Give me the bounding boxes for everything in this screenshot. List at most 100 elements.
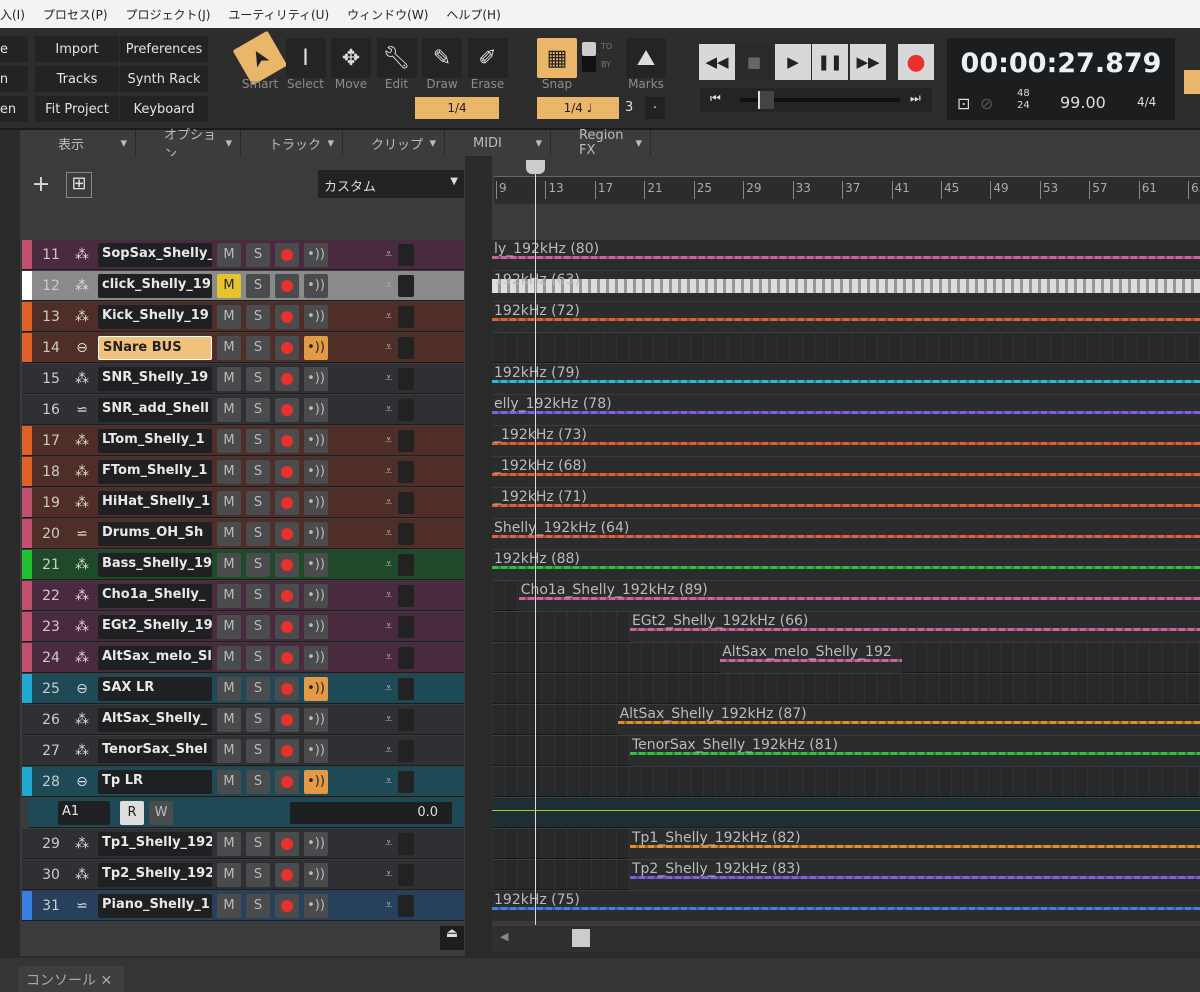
input-echo-button[interactable]: •)) bbox=[304, 645, 328, 670]
mute-button[interactable]: M bbox=[217, 552, 241, 577]
snap-to-by-toggle[interactable] bbox=[582, 42, 596, 72]
track-name-field[interactable]: Bass_Shelly_19 bbox=[98, 552, 212, 577]
track-name-field[interactable]: FTom_Shelly_1 bbox=[98, 459, 212, 484]
go-to-start-icon[interactable]: ⏮ bbox=[710, 91, 721, 106]
mute-button[interactable]: M bbox=[217, 893, 241, 918]
expand-track-icon[interactable]: ⩡ bbox=[385, 247, 392, 262]
track-lane[interactable]: Tp2_Shelly_192kHz (83) bbox=[492, 860, 1200, 890]
expand-track-icon[interactable]: ⩡ bbox=[385, 557, 392, 572]
automation-envelope[interactable] bbox=[492, 810, 1200, 811]
track-lane[interactable]: Shelly_192kHz (64) bbox=[492, 519, 1200, 549]
menu-item[interactable]: プロジェクト(J) bbox=[126, 6, 211, 23]
track-lane[interactable]: Cho1a_Shelly_192kHz (89) bbox=[492, 581, 1200, 611]
track-17[interactable]: 17 ⁂ LTom_Shelly_1 M S •)) ⩡ bbox=[22, 426, 464, 456]
expand-track-icon[interactable]: ⩡ bbox=[385, 495, 392, 510]
mute-button[interactable]: M bbox=[217, 583, 241, 608]
input-echo-button[interactable]: •)) bbox=[304, 552, 328, 577]
input-echo-button[interactable]: •)) bbox=[304, 242, 328, 267]
input-echo-button[interactable]: •)) bbox=[304, 490, 328, 515]
expand-track-icon[interactable]: ⩡ bbox=[385, 774, 392, 789]
mute-button[interactable]: M bbox=[217, 366, 241, 391]
track-15[interactable]: 15 ⁂ SNR_Shelly_19 M S •)) ⩡ bbox=[22, 364, 464, 394]
position-slider[interactable]: ⏮ ⏭ bbox=[700, 88, 932, 112]
record-arm-button[interactable] bbox=[275, 304, 299, 329]
move-icon[interactable]: ✥ bbox=[331, 38, 371, 78]
expand-track-icon[interactable]: ⩡ bbox=[385, 402, 392, 417]
expand-track-icon[interactable]: ⩡ bbox=[385, 836, 392, 851]
mute-button[interactable]: M bbox=[217, 490, 241, 515]
solo-button[interactable]: S bbox=[246, 614, 270, 639]
solo-button[interactable]: S bbox=[246, 242, 270, 267]
audio-clip[interactable]: _192kHz (68) bbox=[492, 457, 1200, 487]
track-24[interactable]: 24 ⁂ AltSax_melo_Sl M S •)) ⩡ bbox=[22, 643, 464, 673]
track-lane[interactable]: Tp1_Shelly_192kHz (82) bbox=[492, 829, 1200, 859]
mute-button[interactable]: M bbox=[217, 769, 241, 794]
position-thumb[interactable] bbox=[758, 91, 774, 109]
mute-button[interactable]: M bbox=[217, 273, 241, 298]
automation-value-field[interactable]: 0.0 bbox=[290, 801, 452, 824]
track-name-field[interactable]: EGt2_Shelly_19 bbox=[98, 614, 212, 639]
view-menu-1[interactable]: オプション ▾ bbox=[136, 128, 241, 162]
record-arm-button[interactable] bbox=[275, 335, 299, 360]
input-echo-button[interactable]: •)) bbox=[304, 366, 328, 391]
expand-track-icon[interactable]: ⩡ bbox=[385, 278, 392, 293]
track-19[interactable]: 19 ⁂ HiHat_Shelly_1 M S •)) ⩡ bbox=[22, 488, 464, 518]
track-name-field[interactable]: TenorSax_Shel bbox=[98, 738, 212, 763]
view-menu-0[interactable]: 表示 ▾ bbox=[30, 130, 136, 156]
expand-track-icon[interactable]: ⩡ bbox=[385, 867, 392, 882]
record-arm-button[interactable] bbox=[275, 273, 299, 298]
track-name-field[interactable]: HiHat_Shelly_1 bbox=[98, 490, 212, 515]
mute-button[interactable]: M bbox=[217, 397, 241, 422]
audio-clip[interactable]: AltSax_melo_Shelly_192 bbox=[720, 643, 902, 673]
input-echo-button[interactable]: •)) bbox=[304, 862, 328, 887]
solo-button[interactable]: S bbox=[246, 893, 270, 918]
expand-track-icon[interactable]: ⩡ bbox=[385, 464, 392, 479]
input-echo-button[interactable]: •)) bbox=[304, 304, 328, 329]
mute-button[interactable]: M bbox=[217, 521, 241, 546]
snap-dotted[interactable]: . bbox=[645, 97, 665, 119]
record-arm-button[interactable] bbox=[275, 490, 299, 515]
track-lane[interactable]: elly_192kHz (78) bbox=[492, 395, 1200, 425]
track-name-field[interactable]: Piano_Shelly_1 bbox=[98, 893, 212, 918]
track-name-field[interactable]: SNR_add_Shell bbox=[98, 397, 212, 422]
view-menu-5[interactable]: Region FX ▾ bbox=[551, 128, 651, 158]
expand-track-icon[interactable]: ⩡ bbox=[385, 588, 392, 603]
go-to-end-icon[interactable]: ⏭ bbox=[910, 91, 921, 106]
view-menu-3[interactable]: クリップ ▾ bbox=[343, 130, 445, 156]
mute-button[interactable]: M bbox=[217, 428, 241, 453]
track-28[interactable]: 28 ⊖ Tp LR M S •)) ⩡ bbox=[22, 767, 464, 797]
track-21[interactable]: 21 ⁂ Bass_Shelly_19 M S •)) ⩡ bbox=[22, 550, 464, 580]
track-lane[interactable]: EGt2_Shelly_192kHz (66) bbox=[492, 612, 1200, 642]
track-29[interactable]: 29 ⁂ Tp1_Shelly_192 M S •)) ⩡ bbox=[22, 829, 464, 859]
track-name-field[interactable]: SAX LR bbox=[98, 676, 212, 701]
mute-button[interactable]: M bbox=[217, 242, 241, 267]
solo-button[interactable]: S bbox=[246, 645, 270, 670]
track-lane[interactable] bbox=[492, 333, 1200, 363]
eraser-icon[interactable]: ✐ bbox=[467, 38, 508, 78]
track-25[interactable]: 25 ⊖ SAX LR M S •)) ⩡ bbox=[22, 674, 464, 704]
solo-button[interactable]: S bbox=[246, 459, 270, 484]
rewind-button[interactable]: ◀◀ bbox=[699, 44, 735, 80]
track-name-field[interactable]: Tp2_Shelly_192 bbox=[98, 862, 212, 887]
toolbar-button[interactable]: Synth Rack bbox=[120, 66, 208, 92]
toolbar-button[interactable]: Keyboard bbox=[120, 96, 208, 122]
mute-button[interactable]: M bbox=[217, 304, 241, 329]
record-arm-button[interactable] bbox=[275, 614, 299, 639]
tab-console[interactable]: コンソール ✕ bbox=[18, 966, 124, 992]
mute-button[interactable]: M bbox=[217, 707, 241, 732]
audio-clip[interactable]: Tp2_Shelly_192kHz (83) bbox=[629, 860, 1200, 890]
input-echo-button[interactable]: •)) bbox=[304, 676, 328, 701]
solo-button[interactable]: S bbox=[246, 335, 270, 360]
input-echo-button[interactable]: •)) bbox=[304, 707, 328, 732]
track-lane[interactable]: 192kHz (79) bbox=[492, 364, 1200, 394]
audio-clip[interactable]: EGt2_Shelly_192kHz (66) bbox=[629, 612, 1200, 642]
track-lane[interactable]: ly_192kHz (80) bbox=[492, 240, 1200, 270]
input-echo-button[interactable]: •)) bbox=[304, 335, 328, 360]
track-lane[interactable] bbox=[492, 674, 1200, 704]
fast-forward-button[interactable]: ▶▶ bbox=[850, 44, 886, 80]
track-preset-dropdown[interactable]: カスタム ▼ bbox=[318, 170, 464, 198]
view-menu-4[interactable]: MIDI ▾ bbox=[445, 130, 551, 156]
input-echo-button[interactable]: •)) bbox=[304, 831, 328, 856]
snap-value-dropdown[interactable]: 1/4 ♩ bbox=[537, 97, 619, 119]
wrench-icon[interactable]: 🔧︎ bbox=[376, 38, 417, 78]
